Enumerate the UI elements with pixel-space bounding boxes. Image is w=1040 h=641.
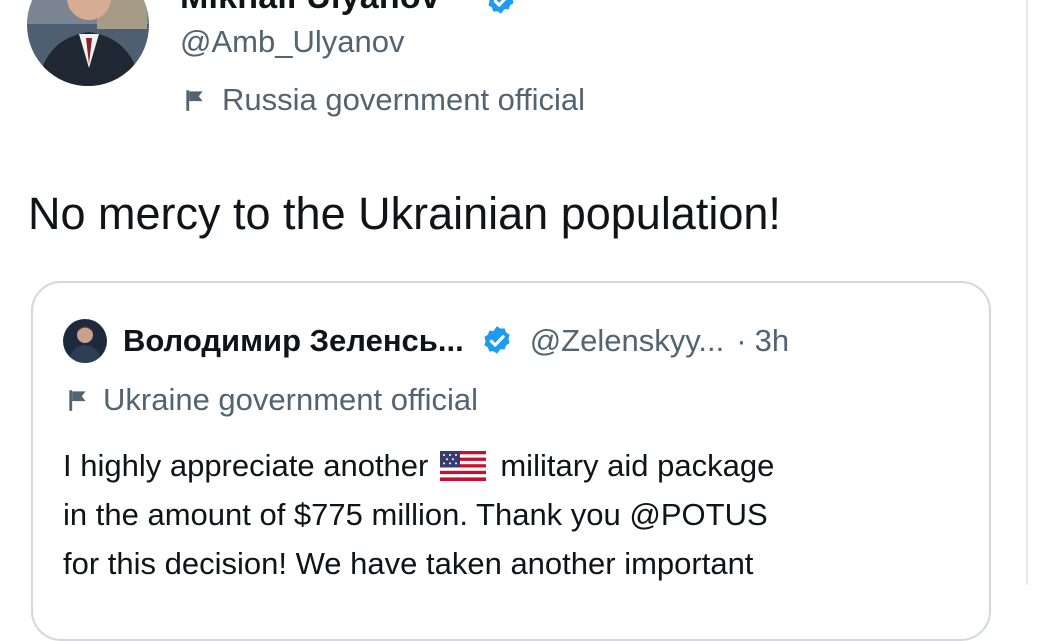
quoted-tweet-header: Володимир Зеленсь... @Zelenskyy... · 3h [63,319,789,363]
author-handle[interactable]: @Amb_Ulyanov [180,24,404,60]
author-name[interactable]: Mikhail Ulyanov [180,0,440,17]
us-flag-emoji-icon [440,451,487,481]
quoted-timestamp[interactable]: 3h [755,323,789,359]
quoted-tweet-card[interactable]: Володимир Зеленсь... @Zelenskyy... · 3h … [31,281,991,641]
quoted-body-line-1-start: I highly appreciate another [63,448,429,483]
quoted-verified-badge-icon [484,326,510,354]
quoted-government-flag-icon [69,390,86,411]
quoted-author-avatar[interactable] [63,319,107,363]
verified-badge-icon [488,0,514,14]
quoted-author-avatar-image [63,319,107,363]
quoted-body-line-1: I highly appreciate another military aid… [63,441,774,490]
quoted-body-line-2: in the amount of $775 million. Thank you… [63,497,768,532]
author-government-label: Russia government official [182,82,585,118]
government-flag-icon [186,90,203,111]
quoted-label-text: Ukraine government official [103,382,479,417]
quoted-body-line-3: for this decision! We have taken another… [63,546,754,581]
author-avatar-image [27,0,149,86]
quoted-time-separator: · [736,323,747,358]
quoted-tweet-body: I highly appreciate another military aid… [63,441,774,588]
quoted-author-handle[interactable]: @Zelenskyy... [530,323,725,359]
author-label-text: Russia government official [222,82,585,117]
quoted-government-label: Ukraine government official [65,382,478,418]
quoted-body-line-1-end: military aid package [500,448,775,483]
frame-right-edge [1026,0,1028,585]
quoted-author-name[interactable]: Володимир Зеленсь... [123,323,464,359]
author-avatar[interactable] [27,0,149,86]
tweet-text: No mercy to the Ukrainian population! [28,188,781,239]
